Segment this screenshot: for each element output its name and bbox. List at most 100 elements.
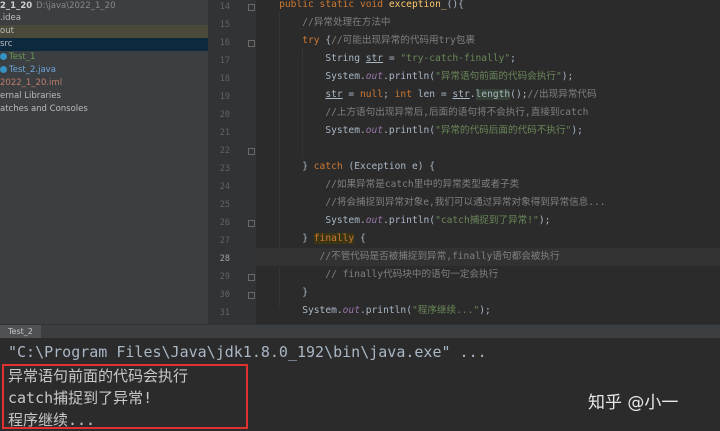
code-text: .println(: [383, 71, 436, 82]
code-text: (Exception e) {: [348, 161, 436, 172]
fold-marker-icon[interactable]: [248, 220, 255, 227]
code-line-16: try {//可能出现异常的代码用try包裹: [256, 32, 720, 50]
code-text: .println(: [383, 215, 436, 226]
code-text: );: [571, 125, 583, 136]
tree-item-label: Test_1: [9, 52, 36, 62]
keyword: int: [394, 89, 418, 100]
line-number: 15: [219, 20, 230, 30]
tree-item-external-libraries[interactable]: ernal Libraries: [0, 90, 208, 103]
line-number: 22: [219, 146, 230, 156]
line-number-current: 28: [219, 254, 230, 264]
line-number: 18: [219, 74, 230, 84]
code-text: .: [469, 89, 476, 100]
run-tab-bar: Test_2: [0, 324, 720, 340]
code-line-14: public static void exception_(){: [256, 0, 720, 14]
code-line-25: //将会捕捉到异常对象e,我们可以通过异常对象得到异常信息...: [256, 194, 720, 212]
code-line-30: }: [256, 284, 720, 302]
java-class-icon: [0, 53, 7, 60]
tree-item-label: ernal Libraries: [0, 91, 61, 101]
string-literal: "程序继续...": [411, 305, 480, 316]
tree-item-label: atches and Consoles: [0, 104, 88, 114]
comment: //上方语句出现异常后,后面的语句将不会执行,直接到catch: [325, 107, 589, 118]
string-literal: "catch捕捉到了异常!": [435, 215, 539, 226]
code-line-15: //异常处理在方法中: [256, 14, 720, 32]
code-text: (){: [446, 0, 464, 10]
line-number: 14: [219, 2, 230, 12]
variable: str: [452, 89, 470, 100]
code-text: len =: [417, 89, 453, 100]
variable: str: [325, 89, 343, 100]
run-console[interactable]: "C:\Program Files\Java\jdk1.8.0_192\bin\…: [0, 338, 720, 431]
tree-item-idea[interactable]: .idea: [0, 12, 208, 25]
line-number: 17: [219, 56, 230, 66]
code-editor[interactable]: public static void exception_(){ //异常处理在…: [256, 0, 720, 324]
static-field: out: [365, 125, 384, 136]
code-text: ;: [510, 53, 516, 64]
code-text: .println(: [383, 125, 436, 136]
keyword-highlighted: finally: [313, 233, 355, 244]
tree-item-src[interactable]: src: [0, 38, 208, 51]
tree-root-name: 2_1_20: [0, 1, 33, 11]
code-line-23: } catch (Exception e) {: [256, 158, 720, 176]
fold-marker-icon[interactable]: [248, 292, 255, 299]
line-number: 21: [219, 128, 230, 138]
string-literal: "try-catch-finally": [400, 53, 511, 64]
keyword: null: [359, 89, 384, 100]
line-number: 29: [219, 272, 230, 282]
tree-item-scratches[interactable]: atches and Consoles: [0, 103, 208, 116]
tree-item-test1[interactable]: Test_1: [0, 51, 208, 64]
code-line-19: str = null; int len = str.length();//出现异…: [256, 86, 720, 104]
keyword: public static void: [279, 0, 389, 10]
string-literal: "异常的代码后面的代码不执行": [435, 125, 572, 136]
tree-item-label: out: [0, 26, 14, 36]
string-literal: "异常语句前面的代码会执行": [435, 71, 562, 82]
tree-item-label: 2022_1_20.iml: [0, 78, 63, 88]
comment: //如果异常是catch里中的异常类型或者子类: [325, 179, 520, 190]
zhihu-watermark: 知乎 @小一: [588, 393, 679, 413]
tree-item-iml[interactable]: 2022_1_20.iml: [0, 77, 208, 90]
comment: //不管代码是否被捕捉到异常,finally语句都会被执行: [319, 251, 560, 262]
line-number: 31: [219, 308, 230, 318]
line-number: 26: [219, 218, 230, 228]
project-tree: 2_1_20 D:\java\2022_1_20 .idea out src Te…: [0, 0, 208, 324]
code-text: System.: [302, 305, 343, 316]
code-line-21: System.out.println("异常的代码后面的代码不执行");: [256, 122, 720, 140]
code-line-26: System.out.println("catch捕捉到了异常!");: [256, 212, 720, 230]
code-line-28: //不管代码是否被捕捉到异常,finally语句都会被执行: [256, 248, 720, 266]
code-line-18: System.out.println("异常语句前面的代码会执行");: [256, 68, 720, 86]
java-class-icon: [0, 66, 7, 73]
code-line-20: //上方语句出现异常后,后面的语句将不会执行,直接到catch: [256, 104, 720, 122]
tree-item-test2[interactable]: Test_2.java: [0, 64, 208, 77]
line-number: 19: [219, 92, 230, 102]
fold-marker-icon[interactable]: [248, 4, 255, 11]
code-text: }: [302, 233, 314, 244]
code-text: System.: [325, 71, 366, 82]
comment: //可能出现异常的代码用try包裹: [331, 35, 476, 46]
tree-item-out[interactable]: out: [0, 25, 208, 38]
static-field: out: [342, 305, 360, 316]
code-text: .println(: [359, 305, 412, 316]
fold-marker-icon[interactable]: [248, 40, 255, 47]
comment: // finally代码块中的语句一定会执行: [325, 269, 499, 280]
code-text: }: [302, 287, 308, 298]
fold-marker-icon[interactable]: [248, 148, 255, 155]
code-text: System.: [325, 215, 366, 226]
code-text: ;: [383, 89, 395, 100]
code-text: =: [342, 89, 360, 100]
code-text: ();: [510, 89, 528, 100]
static-field: out: [365, 215, 384, 226]
line-number: 16: [219, 38, 230, 48]
fold-marker-icon[interactable]: [248, 274, 255, 281]
code-line-31: System.out.println("程序继续...");: [256, 302, 720, 320]
code-line-24: //如果异常是catch里中的异常类型或者子类: [256, 176, 720, 194]
